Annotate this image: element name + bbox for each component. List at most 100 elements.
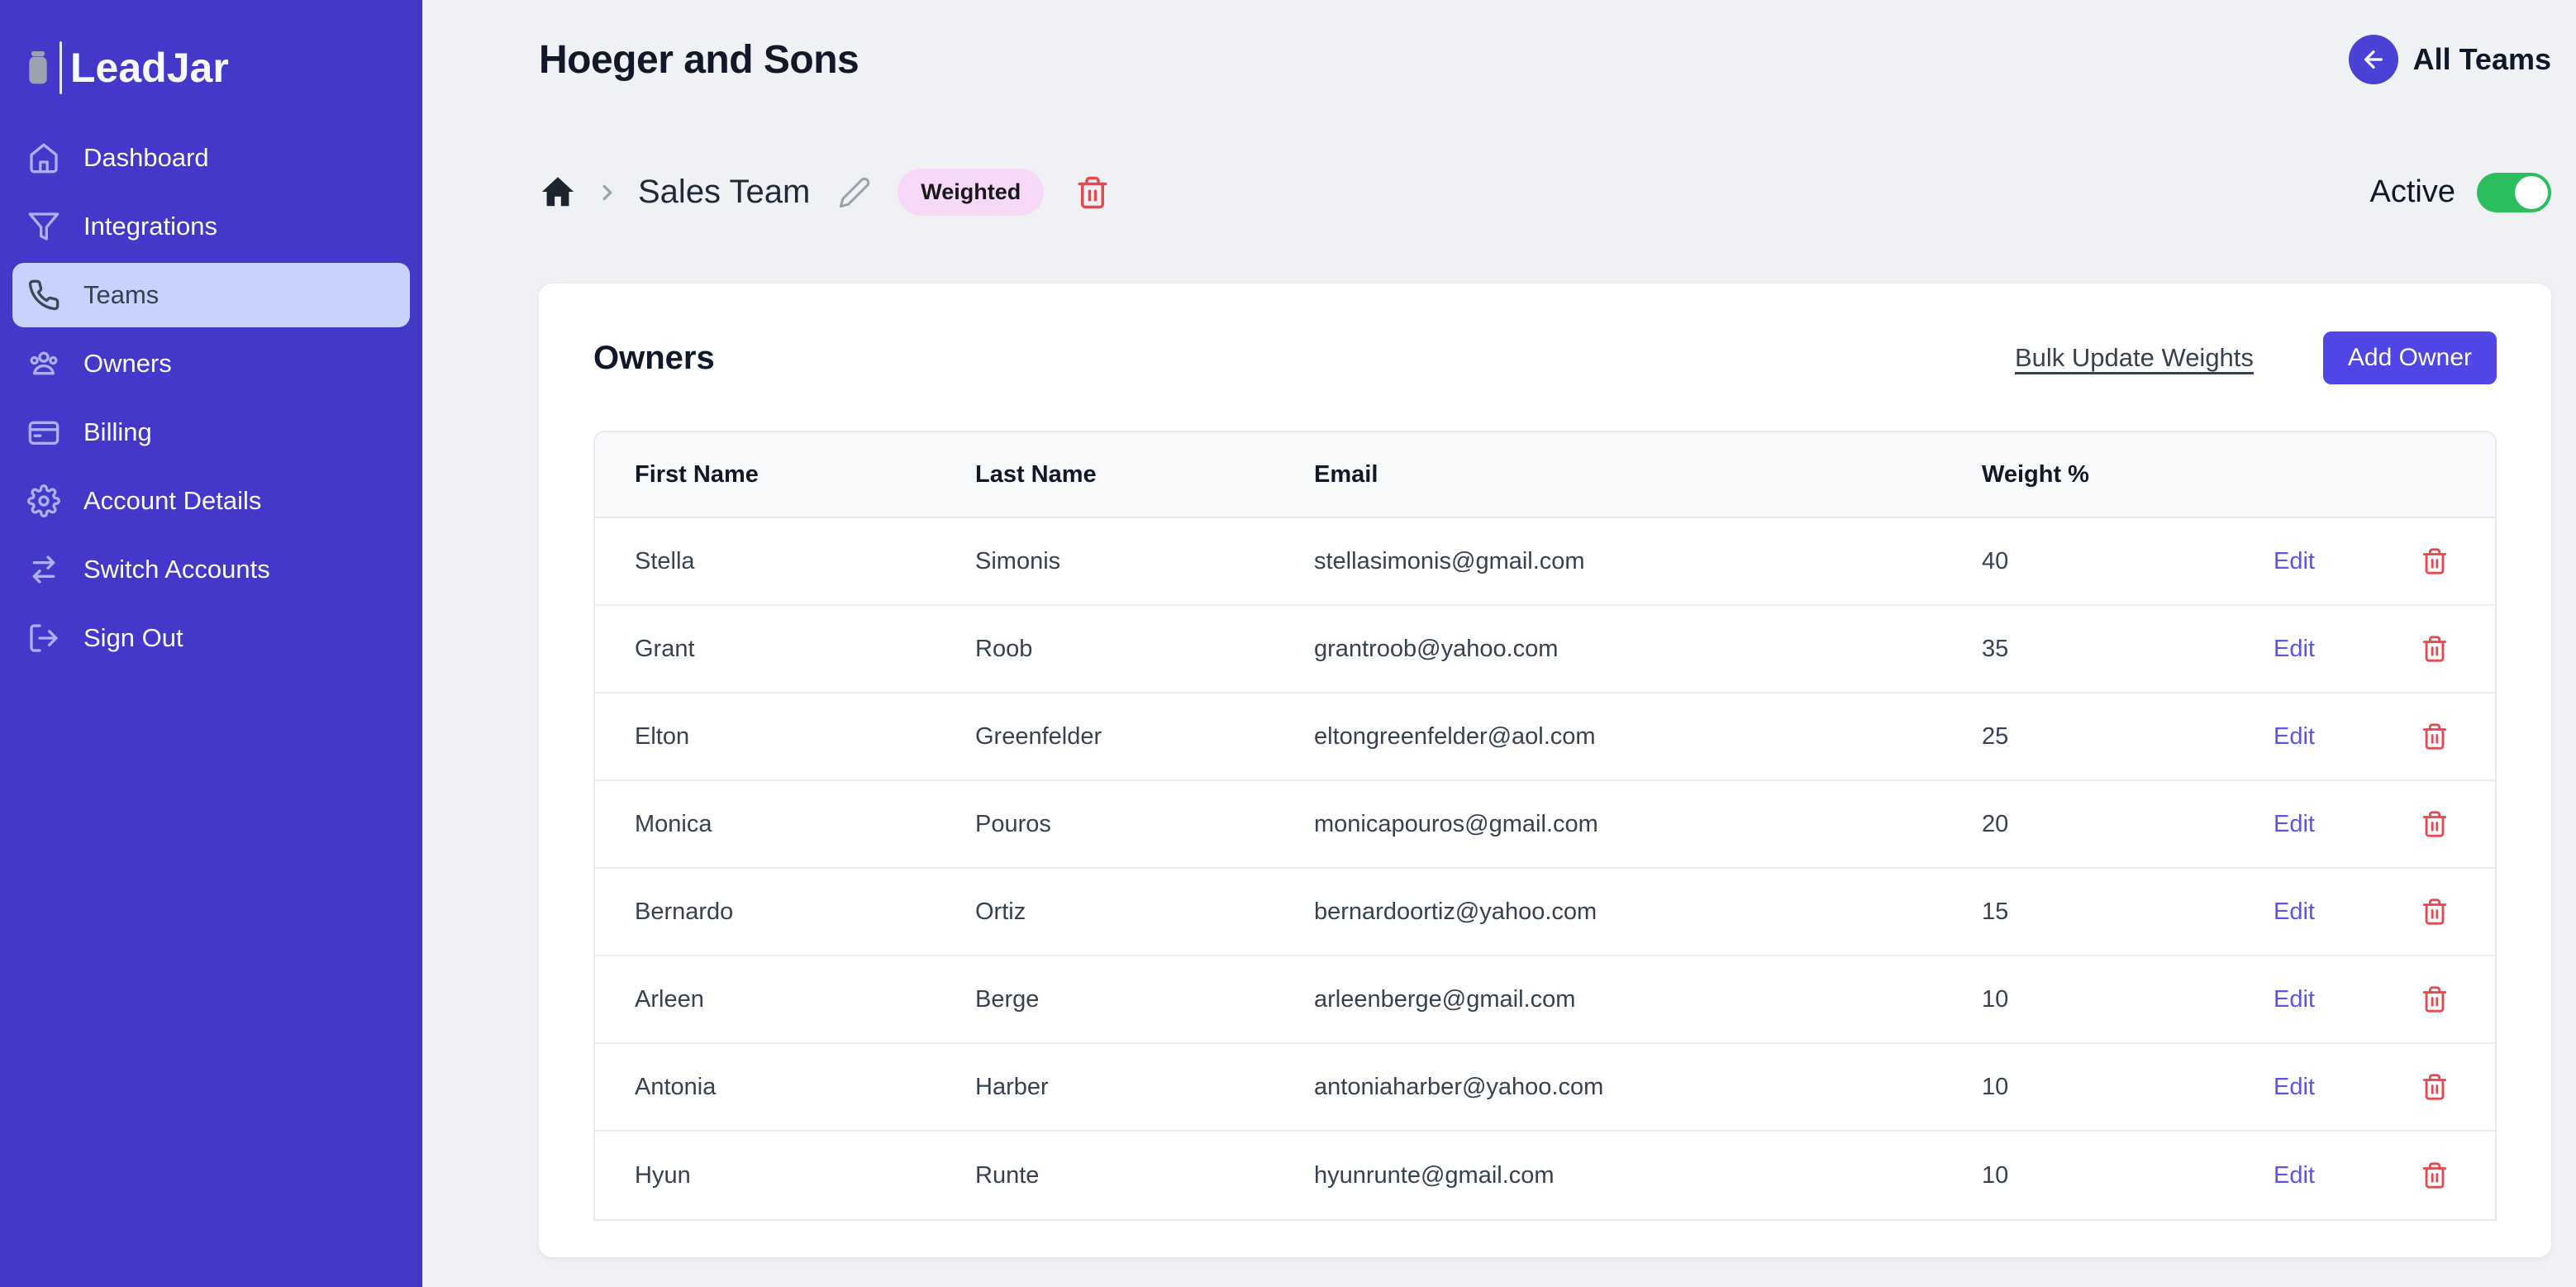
add-owner-button[interactable]: Add Owner [2322, 331, 2497, 384]
users-icon [27, 347, 60, 380]
first-name-cell: Bernardo [635, 898, 734, 925]
sidebar-item-label: Billing [83, 417, 152, 446]
edit-owner-link[interactable]: Edit [2274, 986, 2421, 1013]
main-content: Hoeger and Sons All Teams Sales Team Wei… [422, 0, 2576, 1287]
edit-owner-link[interactable]: Edit [2274, 899, 2421, 926]
delete-owner-button[interactable] [2421, 635, 2449, 663]
delete-owner-button[interactable] [2421, 722, 2449, 751]
edit-owner-link[interactable]: Edit [2274, 548, 2421, 575]
email-cell: arleenberge@gmail.com [1314, 985, 1576, 1013]
first-name-cell: Hyun [635, 1161, 691, 1189]
edit-owner-link[interactable]: Edit [2274, 1074, 2421, 1101]
email-cell: monicapouros@gmail.com [1314, 810, 1598, 837]
sidebar-item-owners[interactable]: Owners [12, 331, 410, 396]
last-name-cell: Berge [975, 985, 1040, 1013]
edit-owner-link[interactable]: Edit [2274, 723, 2421, 751]
delete-owner-button[interactable] [2421, 1161, 2449, 1189]
email-cell: stellasimonis@gmail.com [1314, 547, 1585, 574]
sidebar-item-label: Owners [83, 349, 172, 378]
jar-icon [29, 51, 47, 84]
email-cell: bernardoortiz@yahoo.com [1314, 898, 1598, 925]
weight-cell: 35 [1982, 635, 2009, 662]
table-row: Hyun Runte hyunrunte@gmail.com 10 Edit [595, 1132, 2495, 1219]
email-cell: antoniaharber@yahoo.com [1314, 1073, 1604, 1100]
sidebar-item-dashboard[interactable]: Dashboard [12, 126, 410, 190]
first-name-cell: Elton [635, 722, 690, 750]
top-bar: Hoeger and Sons All Teams [539, 35, 2551, 84]
table-header-row: First Name Last Name Email Weight % [595, 432, 2495, 518]
sidebar-item-billing[interactable]: Billing [12, 400, 410, 465]
table-row: Elton Greenfelder eltongreenfelder@aol.c… [595, 694, 2495, 781]
edit-owner-link[interactable]: Edit [2274, 1162, 2421, 1189]
trash-icon [2422, 723, 2447, 750]
bulk-update-weights-link[interactable]: Bulk Update Weights [2015, 343, 2254, 373]
sidebar-item-label: Sign Out [83, 623, 183, 652]
app-name: LeadJar [70, 45, 229, 91]
weight-cell: 10 [1982, 985, 2009, 1013]
first-name-cell: Monica [635, 810, 712, 837]
weight-cell: 25 [1982, 722, 2009, 750]
logo-divider [60, 41, 62, 94]
phone-icon [27, 279, 60, 312]
table-row: Monica Pouros monicapouros@gmail.com 20 … [595, 781, 2495, 869]
active-label: Active [2369, 174, 2455, 209]
trash-icon [2422, 986, 2447, 1013]
switch-arrows-icon [27, 553, 60, 586]
first-name-cell: Arleen [635, 985, 704, 1013]
delete-owner-button[interactable] [2421, 985, 2449, 1013]
delete-owner-button[interactable] [2421, 547, 2449, 575]
delete-owner-button[interactable] [2421, 898, 2449, 926]
gear-icon [27, 484, 60, 517]
sidebar: LeadJar Dashboard Integrations Teams Own… [0, 0, 422, 1287]
first-name-cell: Antonia [635, 1073, 717, 1100]
delete-owner-button[interactable] [2421, 1073, 2449, 1101]
sidebar-item-teams[interactable]: Teams [12, 263, 410, 327]
table-row: Arleen Berge arleenberge@gmail.com 10 Ed… [595, 956, 2495, 1044]
active-status-group: Active [2369, 172, 2551, 212]
weight-cell: 40 [1982, 547, 2009, 574]
trash-icon [2422, 548, 2447, 574]
sidebar-item-switch-accounts[interactable]: Switch Accounts [12, 537, 410, 602]
sidebar-item-label: Teams [83, 280, 160, 309]
delete-owner-button[interactable] [2421, 810, 2449, 838]
last-name-cell: Pouros [975, 810, 1051, 837]
email-cell: eltongreenfelder@aol.com [1314, 722, 1596, 750]
sidebar-item-account-details[interactable]: Account Details [12, 469, 410, 533]
edit-team-name-button[interactable] [838, 176, 871, 209]
trash-icon [1078, 176, 1107, 208]
owners-table: First Name Last Name Email Weight % Stel… [593, 431, 2497, 1221]
last-name-cell: Greenfelder [975, 722, 1102, 750]
credit-card-icon [27, 416, 60, 449]
home-solid-icon [541, 176, 574, 206]
sidebar-nav: Dashboard Integrations Teams Owners Bill… [0, 126, 422, 670]
trash-icon [2422, 1162, 2447, 1189]
sign-out-icon [27, 622, 60, 655]
edit-owner-link[interactable]: Edit [2274, 811, 2421, 838]
last-name-cell: Simonis [975, 547, 1061, 574]
funnel-icon [27, 210, 60, 243]
owners-title: Owners [593, 339, 715, 376]
owners-card-header: Owners Bulk Update Weights Add Owner [593, 331, 2497, 384]
trash-icon [2422, 636, 2447, 662]
column-header-last-name: Last Name [975, 460, 1097, 488]
weight-cell: 20 [1982, 810, 2009, 837]
column-header-email: Email [1314, 460, 1378, 488]
table-row: Bernardo Ortiz bernardoortiz@yahoo.com 1… [595, 869, 2495, 956]
breadcrumb-row: Sales Team Weighted Active [539, 169, 2551, 216]
breadcrumb-home-link[interactable] [539, 174, 577, 212]
email-cell: hyunrunte@gmail.com [1314, 1161, 1555, 1189]
sidebar-item-sign-out[interactable]: Sign Out [12, 606, 410, 670]
first-name-cell: Stella [635, 547, 695, 574]
back-button[interactable] [2348, 35, 2398, 84]
sidebar-item-integrations[interactable]: Integrations [12, 194, 410, 259]
team-name: Sales Team [638, 174, 811, 210]
app-logo: LeadJar [25, 41, 422, 94]
delete-team-button[interactable] [1075, 175, 1110, 210]
active-toggle[interactable] [2477, 172, 2551, 212]
weighted-badge: Weighted [898, 169, 1045, 216]
all-teams-button[interactable]: All Teams [2348, 35, 2551, 84]
column-header-weight: Weight % [1982, 460, 2089, 488]
trash-icon [2422, 811, 2447, 837]
edit-owner-link[interactable]: Edit [2274, 636, 2421, 663]
toggle-knob [2515, 175, 2548, 209]
